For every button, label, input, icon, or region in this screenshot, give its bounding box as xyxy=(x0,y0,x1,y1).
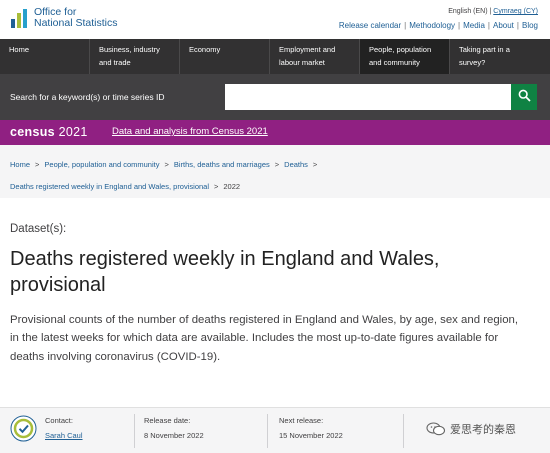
link-media[interactable]: Media xyxy=(463,21,485,30)
release-date-value: 8 November 2022 xyxy=(144,431,204,440)
meta-divider xyxy=(134,414,135,448)
release-date-block: Release date: 8 November 2022 xyxy=(144,416,204,440)
nav-item-economy[interactable]: Economy xyxy=(180,39,270,74)
top-links: Release calendar | Methodology | Media | About… xyxy=(338,21,538,30)
breadcrumb-current: 2022 xyxy=(223,182,241,191)
census-logo[interactable]: census 2021 xyxy=(10,125,88,139)
contact-link[interactable]: Sarah Caul xyxy=(45,431,83,440)
breadcrumb-births[interactable]: Births, deaths and marriages xyxy=(174,160,270,169)
language-switcher: English (EN) | Cymraeg (CY) xyxy=(448,8,538,15)
ons-logo[interactable]: Office for National Statistics xyxy=(10,7,117,29)
breadcrumb-home[interactable]: Home xyxy=(10,160,30,169)
breadcrumb-dataset[interactable]: Deaths registered weekly in England and … xyxy=(10,182,209,191)
site-header: Office for National Statistics English (… xyxy=(0,0,550,39)
lang-welsh-link[interactable]: Cymraeg (CY) xyxy=(493,8,538,15)
lang-current: English (EN) xyxy=(448,8,488,15)
logo-line-2: National Statistics xyxy=(34,17,118,29)
nav-item-employment[interactable]: Employment and labour market xyxy=(270,39,360,74)
watermark: 爱思考的秦恩 xyxy=(426,421,516,437)
search-input[interactable] xyxy=(225,84,511,110)
meta-divider xyxy=(267,414,268,448)
contact-block: Contact: Sarah Caul xyxy=(45,416,83,440)
census-link[interactable]: Data and analysis from Census 2021 xyxy=(112,126,268,137)
release-date-label: Release date: xyxy=(144,416,191,425)
ons-logo-icon xyxy=(10,7,30,29)
link-about[interactable]: About xyxy=(493,21,514,30)
page-description: Provisional counts of the number of deat… xyxy=(10,314,519,363)
search-icon xyxy=(518,89,531,105)
breadcrumb: Home > People, population and community > Bi… xyxy=(0,145,550,198)
census-banner: census 2021 Data and analysis from Censu… xyxy=(0,120,550,145)
meta-divider xyxy=(403,414,404,448)
release-meta: Contact: Sarah Caul Release date: 8 Nove… xyxy=(0,407,550,453)
page-title: Deaths registered weekly in England and … xyxy=(10,248,440,296)
link-release-calendar[interactable]: Release calendar xyxy=(339,21,401,30)
link-methodology[interactable]: Methodology xyxy=(409,21,455,30)
search-bar: Search for a keyword(s) or time series I… xyxy=(0,74,550,120)
dataset-label: Dataset(s): xyxy=(10,223,67,235)
main-content: Dataset(s): Deaths registered weekly in … xyxy=(0,198,550,407)
breadcrumb-deaths[interactable]: Deaths xyxy=(284,160,308,169)
next-release-value: 15 November 2022 xyxy=(279,431,343,440)
search-label: Search for a keyword(s) or time series I… xyxy=(10,92,165,102)
link-blog[interactable]: Blog xyxy=(522,21,538,30)
next-release-label: Next release: xyxy=(279,416,324,425)
national-statistics-badge-icon[interactable] xyxy=(10,415,37,442)
main-nav: Home Business, industry and trade Econom… xyxy=(0,39,550,74)
nav-item-home[interactable]: Home xyxy=(0,39,90,74)
wechat-icon xyxy=(426,422,446,436)
next-release-block: Next release: 15 November 2022 xyxy=(279,416,343,440)
breadcrumb-people[interactable]: People, population and community xyxy=(44,160,159,169)
nav-item-survey[interactable]: Taking part in a survey? xyxy=(450,39,532,74)
search-button[interactable] xyxy=(511,84,537,110)
nav-item-people[interactable]: People, population and community xyxy=(360,39,450,74)
watermark-text: 爱思考的秦恩 xyxy=(450,424,516,436)
nav-item-business[interactable]: Business, industry and trade xyxy=(90,39,180,74)
contact-label: Contact: xyxy=(45,416,73,425)
